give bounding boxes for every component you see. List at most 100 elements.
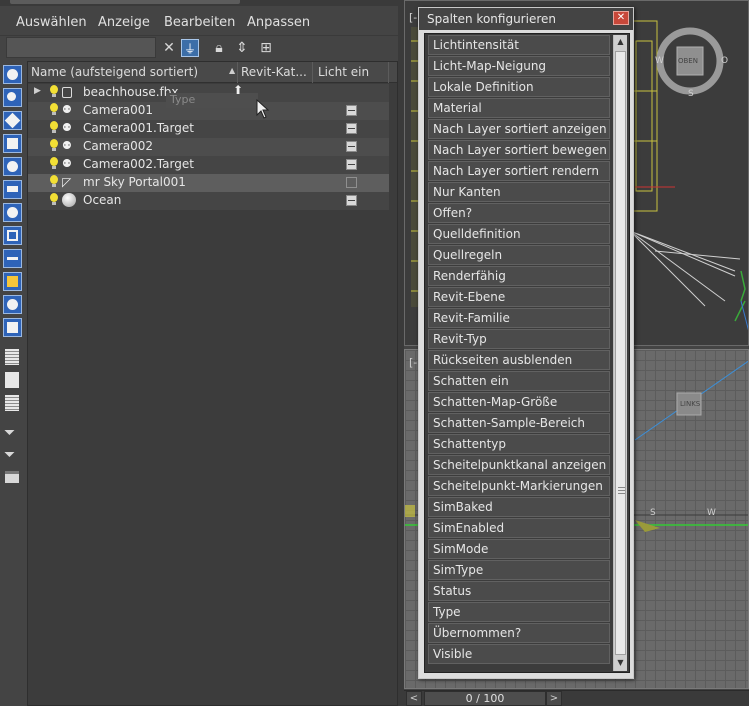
column-option[interactable]: Revit-Familie xyxy=(428,308,610,328)
column-option[interactable]: Quellregeln xyxy=(428,245,610,265)
column-option[interactable]: Quelldefinition xyxy=(428,224,610,244)
column-option[interactable]: Scheitelpunkt-Markierungen xyxy=(428,476,610,496)
column-option[interactable]: Status xyxy=(428,581,610,601)
prev-frame-button[interactable]: < xyxy=(406,691,422,706)
column-option[interactable]: Licht-Map-Neigung xyxy=(428,56,610,76)
light-on-checkbox[interactable] xyxy=(346,177,357,188)
dialog-title[interactable]: Spalten konfigurieren xyxy=(419,8,633,30)
show-frozen-icon[interactable] xyxy=(3,318,22,337)
scroll-down-icon[interactable]: ▼ xyxy=(614,657,627,669)
menu-auswaehlen[interactable]: Auswählen xyxy=(16,15,87,30)
light-bulb-icon[interactable] xyxy=(49,175,58,188)
camera-icon: ⚉ xyxy=(62,121,72,134)
column-option[interactable]: SimEnabled xyxy=(428,518,610,538)
show-particles-icon[interactable] xyxy=(3,295,22,314)
column-option[interactable]: SimBaked xyxy=(428,497,610,517)
filter-toggle-icon[interactable]: ⏚ xyxy=(181,39,199,57)
clear-search-icon[interactable]: ✕ xyxy=(160,39,178,57)
column-option[interactable]: Nur Kanten xyxy=(428,182,610,202)
column-option[interactable]: SimType xyxy=(428,560,610,580)
light-bulb-icon[interactable] xyxy=(49,157,58,170)
invert-display-icon[interactable] xyxy=(5,395,19,411)
show-containers-icon[interactable] xyxy=(3,272,22,291)
row-name: Camera001.Target xyxy=(83,121,194,135)
search-input[interactable] xyxy=(6,37,156,58)
display-none-icon[interactable] xyxy=(5,372,19,388)
column-option[interactable]: Offen? xyxy=(428,203,610,223)
close-button[interactable]: ✕ xyxy=(613,11,629,25)
show-geometry-icon[interactable] xyxy=(3,65,22,84)
light-on-checkbox[interactable] xyxy=(346,195,357,206)
row-name: Ocean xyxy=(83,193,122,207)
scroll-up-icon[interactable]: ▲ xyxy=(614,36,627,48)
row-name: Camera002.Target xyxy=(83,157,194,171)
view-cube-label[interactable]: OBEN xyxy=(678,57,698,65)
show-cameras-icon[interactable] xyxy=(3,134,22,153)
light-bulb-icon[interactable] xyxy=(49,121,58,134)
column-option[interactable]: Revit-Typ xyxy=(428,329,610,349)
column-option[interactable]: Nach Layer sortiert anzeigen xyxy=(428,119,610,139)
light-on-checkbox[interactable] xyxy=(346,105,357,116)
column-option[interactable]: Scheitelpunktkanal anzeigen xyxy=(428,455,610,475)
column-option[interactable]: Lichtintensität xyxy=(428,35,610,55)
light-on-checkbox[interactable] xyxy=(346,123,357,134)
light-bulb-icon[interactable] xyxy=(49,193,58,206)
tree-row[interactable]: Ocean xyxy=(28,192,389,210)
menu-anzeige[interactable]: Anzeige xyxy=(98,15,150,30)
column-option[interactable]: Schatten-Sample-Bereich xyxy=(428,413,610,433)
column-option[interactable]: Visible xyxy=(428,644,610,664)
light-bulb-icon[interactable] xyxy=(49,103,58,116)
column-option[interactable]: Schatten-Map-Größe xyxy=(428,392,610,412)
show-xrefs-icon[interactable] xyxy=(3,226,22,245)
show-shapes-icon[interactable] xyxy=(3,88,22,107)
column-option[interactable]: Rückseiten ausblenden xyxy=(428,350,610,370)
show-lights-icon[interactable] xyxy=(3,111,22,130)
menu-anpassen[interactable]: Anpassen xyxy=(247,15,310,30)
column-option[interactable]: Nach Layer sortiert bewegen xyxy=(428,140,610,160)
show-helpers-icon[interactable] xyxy=(3,157,22,176)
hierarchy-icon[interactable]: ⊞ xyxy=(257,39,275,57)
group-icon xyxy=(62,87,72,98)
tree-row[interactable]: ⚉ Camera002.Target xyxy=(28,156,389,174)
column-option[interactable]: Material xyxy=(428,98,610,118)
column-option[interactable]: Revit-Ebene xyxy=(428,287,610,307)
scroll-thumb[interactable] xyxy=(615,51,626,655)
panel-icon[interactable] xyxy=(5,471,19,483)
column-option[interactable]: Nach Layer sortiert rendern xyxy=(428,161,610,181)
column-option[interactable]: Renderfähig xyxy=(428,266,610,286)
tree-row[interactable]: ⚉ Camera002 xyxy=(28,138,389,156)
light-on-checkbox[interactable] xyxy=(346,141,357,152)
view-cube-label[interactable]: LINKS xyxy=(680,400,700,408)
column-option[interactable]: Schattentyp xyxy=(428,434,610,454)
column-licht-ein[interactable]: Licht ein xyxy=(315,62,389,83)
show-bones-icon[interactable] xyxy=(3,249,22,268)
column-option[interactable]: SimMode xyxy=(428,539,610,559)
menu-bearbeiten[interactable]: Bearbeiten xyxy=(164,15,235,30)
tree-row[interactable]: ⚉ Camera001.Target xyxy=(28,120,389,138)
column-name[interactable]: Name (aufsteigend sortiert) xyxy=(28,62,238,83)
light-bulb-icon[interactable] xyxy=(49,85,58,98)
column-option[interactable]: Schatten ein xyxy=(428,371,610,391)
column-revit-kategorie[interactable]: Revit-Kat... xyxy=(238,62,313,83)
tree-row-selected[interactable]: ◸ mr Sky Portal001 xyxy=(28,174,389,192)
display-all-icon[interactable] xyxy=(5,349,19,365)
next-frame-button[interactable]: > xyxy=(546,691,562,706)
window-tab[interactable] xyxy=(10,0,240,4)
frame-counter[interactable]: 0 / 100 xyxy=(424,691,546,706)
filter-options-icon[interactable]: ⏷ xyxy=(4,448,20,462)
expand-arrow-icon[interactable]: ▶ xyxy=(34,86,41,96)
show-groups-icon[interactable] xyxy=(3,203,22,222)
column-header: Name (aufsteigend sortiert) ▲ Revit-Kat.… xyxy=(28,62,397,83)
scrollbar[interactable]: ▲ ▼ xyxy=(613,35,627,671)
light-bulb-icon[interactable] xyxy=(49,139,58,152)
light-on-checkbox[interactable] xyxy=(346,159,357,170)
column-option[interactable]: Lokale Definition xyxy=(428,77,610,97)
lock-icon[interactable]: 🔒︎ xyxy=(210,39,228,57)
sort-column-icon[interactable]: ⇕ xyxy=(233,39,251,57)
dragged-column-ghost: Type xyxy=(166,93,258,108)
filter-icon[interactable]: ⏷ xyxy=(4,426,20,440)
camera-icon: ⚉ xyxy=(62,139,72,152)
show-spacewarps-icon[interactable] xyxy=(3,180,22,199)
column-option[interactable]: Übernommen? xyxy=(428,623,610,643)
column-option[interactable]: Type xyxy=(428,602,610,622)
